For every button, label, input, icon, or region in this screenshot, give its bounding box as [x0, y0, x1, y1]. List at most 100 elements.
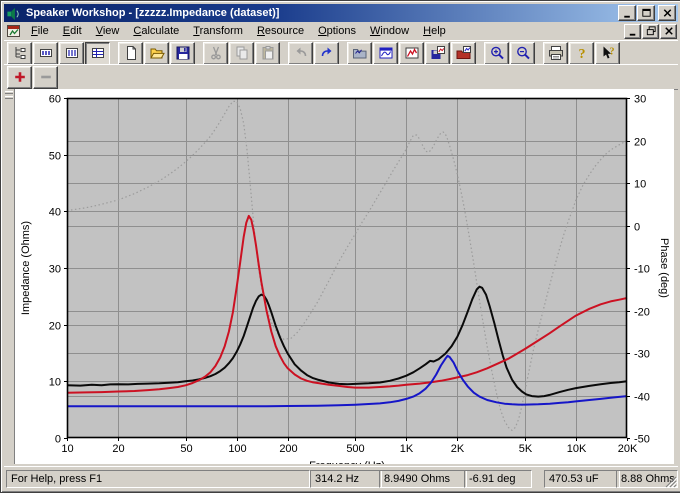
print-icon — [548, 45, 564, 61]
toolbar-separator — [111, 43, 118, 64]
app-window: Speaker Workshop - [zzzzz.Impedance (dat… — [0, 0, 680, 493]
toolbar-separator — [196, 43, 203, 64]
paste-icon — [260, 45, 276, 61]
menu-item-options[interactable]: Options — [311, 23, 363, 39]
status-help-text: For Help, press F1 — [6, 470, 310, 488]
dataset-toolbar — [4, 64, 678, 90]
toolbar-button-add-point[interactable] — [7, 66, 32, 89]
toolbar-button-chart-line[interactable] — [399, 42, 424, 65]
left-axis-title: Impedance (Ohms) — [20, 221, 32, 315]
impedance-tick-label: 60 — [49, 94, 61, 106]
minimize-icon — [627, 25, 639, 37]
status-field-capacitance: 470.53 uF — [544, 470, 620, 488]
menu-item-view[interactable]: View — [89, 23, 127, 39]
toolbar-button-zoom-out[interactable] — [510, 42, 535, 65]
x-tick-label: 10K — [567, 443, 587, 455]
toolbar-button-export-chart[interactable] — [451, 42, 476, 65]
undo-icon — [293, 45, 309, 61]
toolbar-button-save-file[interactable] — [170, 42, 195, 65]
toolbar-button-open-chart[interactable] — [347, 42, 372, 65]
menu-item-window[interactable]: Window — [363, 23, 416, 39]
toolbar-button-zoom-in[interactable] — [484, 42, 509, 65]
toolbar-button-save-chart[interactable] — [425, 42, 450, 65]
toolbar-button-about-help[interactable]: ? — [569, 42, 594, 65]
phase-tick-label: 10 — [634, 179, 646, 191]
mdi-minimize-button[interactable] — [624, 24, 641, 39]
redo-icon — [319, 45, 335, 61]
maximize-button[interactable] — [637, 5, 655, 21]
svg-text:?: ? — [578, 47, 585, 61]
status-field-phase: -6.91 deg — [464, 470, 532, 488]
mdi-restore-button[interactable] — [642, 24, 659, 39]
mdi-close-button[interactable] — [660, 24, 677, 39]
document-icon — [6, 23, 22, 39]
phase-tick-label: -20 — [634, 307, 650, 319]
save-file-icon — [175, 45, 191, 61]
blank-b-icon — [90, 69, 106, 85]
main-toolbar: ?? — [4, 40, 678, 65]
toolbar-button-view-cells[interactable] — [85, 42, 110, 65]
toolbar-separator — [281, 43, 288, 64]
toolbar-button-view-list[interactable] — [33, 42, 58, 65]
menu-item-resource[interactable]: Resource — [250, 23, 311, 39]
x-axis-title: Frequency (Hz) — [309, 460, 385, 464]
toolbar-button-new-file[interactable] — [118, 42, 143, 65]
toolbar-button-chart-window[interactable] — [373, 42, 398, 65]
close-button[interactable] — [658, 5, 676, 21]
mdi-window-controls — [623, 24, 677, 39]
status-field-impedance: 8.9490 Ohms — [379, 470, 467, 488]
toolbar-button-blank-b — [85, 66, 110, 89]
toolbar-separator — [477, 43, 484, 64]
window-title: Speaker Workshop - [zzzzz.Impedance (dat… — [22, 7, 617, 19]
x-tick-label: 200 — [279, 443, 297, 455]
x-tick-label: 5K — [519, 443, 533, 455]
splitter-grip — [5, 91, 13, 94]
x-tick-label: 20 — [112, 443, 124, 455]
toolbar-button-print[interactable] — [543, 42, 568, 65]
blank-a-icon — [64, 69, 80, 85]
menu-item-calculate[interactable]: Calculate — [126, 23, 186, 39]
impedance-tick-label: 10 — [49, 377, 61, 389]
open-file-icon — [149, 45, 165, 61]
window-controls — [617, 5, 676, 21]
menu-item-transform[interactable]: Transform — [186, 23, 250, 39]
resize-grip-icon — [664, 475, 677, 488]
new-file-icon — [123, 45, 139, 61]
open-chart-icon — [352, 45, 368, 61]
toolbar-button-open-file[interactable] — [144, 42, 169, 65]
toolbar-button-context-help[interactable]: ? — [595, 42, 620, 65]
impedance-tick-label: 40 — [49, 207, 61, 219]
resize-grip[interactable] — [664, 475, 677, 488]
impedance-phase-chart: 1020501002005001K2K5K10K20K0102030405060… — [15, 89, 674, 464]
toolbar-button-cut — [203, 42, 228, 65]
close-icon — [661, 7, 674, 19]
menu-items: FileEditViewCalculateTransformResourceOp… — [24, 23, 623, 39]
export-chart-icon — [456, 45, 472, 61]
minimize-button[interactable] — [618, 5, 636, 21]
menu-item-file[interactable]: File — [24, 23, 56, 39]
title-bar: Speaker Workshop - [zzzzz.Impedance (dat… — [4, 4, 678, 22]
minimize-icon — [621, 7, 634, 19]
copy-icon — [234, 45, 250, 61]
phase-tick-label: 30 — [634, 94, 646, 106]
toolbar-button-remove-point — [33, 66, 58, 89]
panel-splitter[interactable] — [4, 89, 15, 464]
toolbar-button-redo[interactable] — [314, 42, 339, 65]
add-point-icon — [12, 69, 28, 85]
svg-text:?: ? — [609, 47, 614, 58]
phase-tick-label: -40 — [634, 392, 650, 404]
restore-icon — [645, 25, 657, 37]
toolbar-button-view-details[interactable] — [59, 42, 84, 65]
status-bar: For Help, press F1 314.2 Hz8.9490 Ohms-6… — [4, 466, 678, 489]
phase-tick-label: -30 — [634, 349, 650, 361]
toolbar-button-tree-view[interactable] — [7, 42, 32, 65]
menu-item-edit[interactable]: Edit — [56, 23, 89, 39]
menu-item-help[interactable]: Help — [416, 23, 453, 39]
tree-view-icon — [12, 45, 28, 61]
impedance-tick-label: 50 — [49, 151, 61, 163]
toolbar-button-undo — [288, 42, 313, 65]
toolbar-button-blank-a — [59, 66, 84, 89]
app-icon — [6, 6, 22, 21]
view-details-icon — [64, 45, 80, 61]
impedance-tick-label: 20 — [49, 321, 61, 333]
